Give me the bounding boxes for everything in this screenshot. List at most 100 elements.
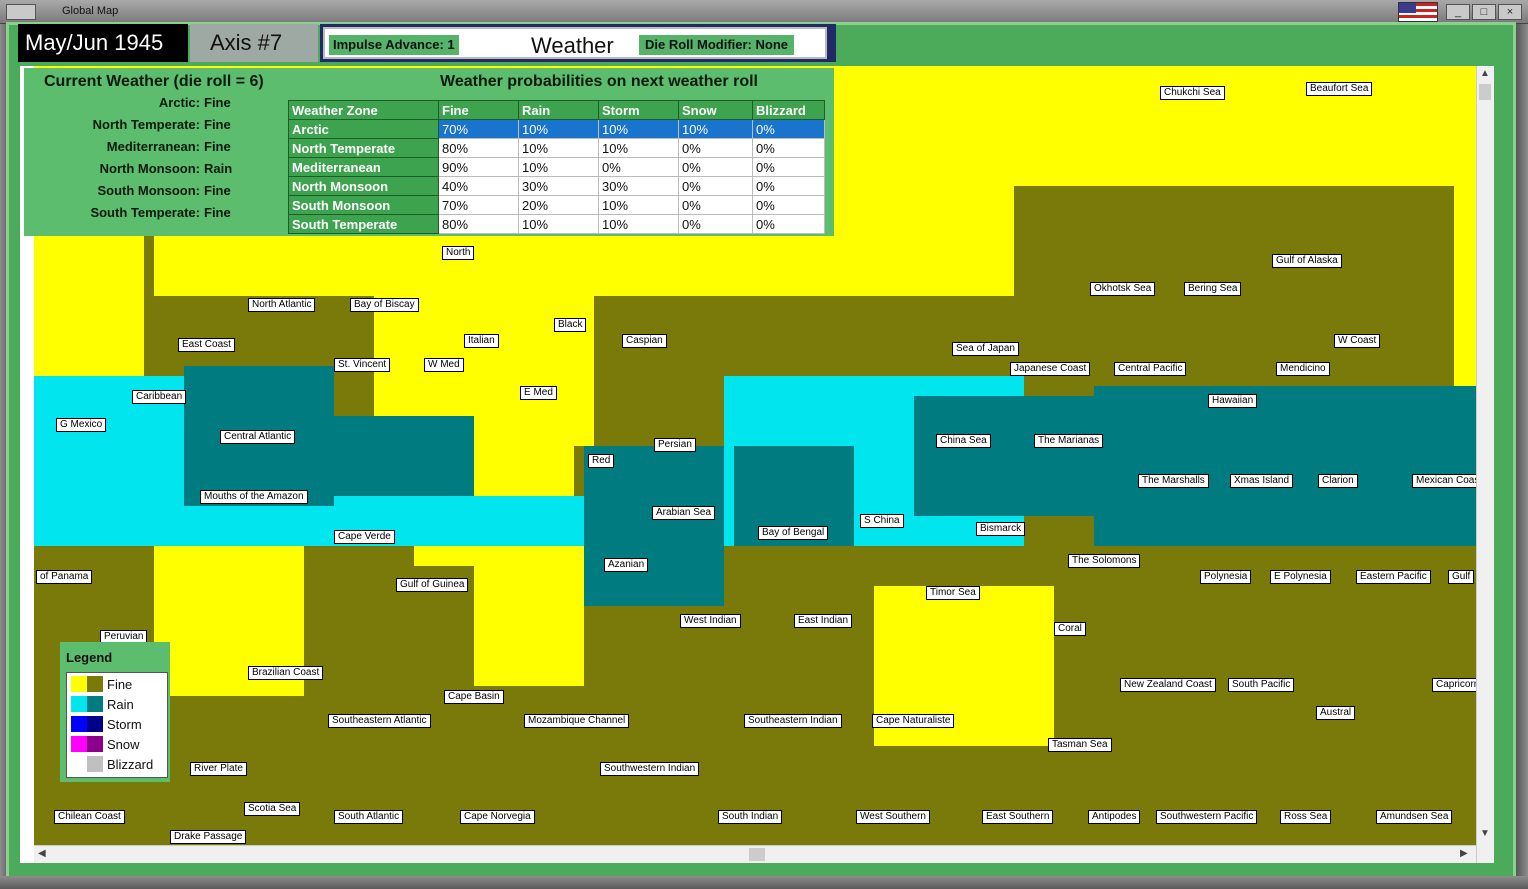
sea-area-label[interactable]: Southeastern Atlantic: [328, 714, 431, 728]
sea-area-label[interactable]: Red: [588, 454, 615, 468]
sea-area-label[interactable]: Bering Sea: [1184, 282, 1242, 296]
column-header[interactable]: Weather Zone: [288, 100, 439, 120]
sea-area-label[interactable]: Okhotsk Sea: [1090, 282, 1156, 296]
probability-cell[interactable]: 0%: [598, 157, 679, 177]
probability-cell[interactable]: 90%: [438, 157, 519, 177]
probability-cell[interactable]: 10%: [518, 214, 599, 234]
sea-area-label[interactable]: Cape Norvegia: [460, 810, 535, 824]
column-header[interactable]: Storm: [598, 100, 679, 120]
sea-area-label[interactable]: Cape Naturaliste: [872, 714, 955, 728]
sea-area-label[interactable]: North Atlantic: [248, 298, 316, 312]
horizontal-scroll-thumb[interactable]: [749, 848, 765, 861]
sea-area-label[interactable]: Southwestern Pacific: [1156, 810, 1258, 824]
sea-area-label[interactable]: W Med: [424, 358, 464, 372]
sea-area-label[interactable]: Central Pacific: [1114, 362, 1187, 376]
scroll-left-icon[interactable]: ◀: [38, 848, 46, 859]
sea-area-label[interactable]: Bay of Bengal: [758, 526, 829, 540]
sea-area-label[interactable]: Timor Sea: [926, 586, 980, 600]
horizontal-scrollbar[interactable]: ◀ ▶: [34, 845, 1476, 863]
sea-area-label[interactable]: River Plate: [190, 762, 247, 776]
zone-cell[interactable]: Arctic: [288, 119, 439, 139]
sea-area-label[interactable]: Persian: [654, 438, 696, 452]
sea-area-label[interactable]: Chukchi Sea: [1160, 86, 1225, 100]
probability-cell[interactable]: 10%: [598, 214, 679, 234]
probability-cell[interactable]: 40%: [438, 176, 519, 196]
probability-cell[interactable]: 70%: [438, 195, 519, 215]
sea-area-label[interactable]: Bay of Biscay: [350, 298, 419, 312]
probability-cell[interactable]: 0%: [678, 195, 753, 215]
sea-area-label[interactable]: Austral: [1316, 706, 1356, 720]
sea-area-label[interactable]: South Indian: [718, 810, 783, 824]
maximize-button[interactable]: □: [1472, 4, 1496, 20]
probability-cell[interactable]: 0%: [678, 138, 753, 158]
probability-cell[interactable]: 10%: [518, 138, 599, 158]
probability-cell[interactable]: 10%: [598, 119, 679, 139]
probability-table[interactable]: Weather Zone Fine Rain Storm Snow Blizzard Ar…: [288, 100, 825, 234]
probability-cell[interactable]: 0%: [678, 176, 753, 196]
probability-cell[interactable]: 70%: [438, 119, 519, 139]
zone-cell[interactable]: North Monsoon: [288, 176, 439, 196]
sea-area-label[interactable]: Gulf: [1448, 570, 1475, 584]
probability-cell[interactable]: 0%: [752, 214, 825, 234]
probability-cell[interactable]: 10%: [518, 157, 599, 177]
sea-area-label[interactable]: Caribbean: [132, 390, 187, 404]
column-header[interactable]: Blizzard: [752, 100, 825, 120]
sea-area-label[interactable]: Coral: [1054, 622, 1086, 636]
probability-cell[interactable]: 0%: [678, 214, 753, 234]
sea-area-label[interactable]: South Atlantic: [334, 810, 404, 824]
scroll-right-icon[interactable]: ▶: [1460, 848, 1468, 859]
sea-area-label[interactable]: Scotia Sea: [244, 802, 301, 816]
sea-area-label[interactable]: Azanian: [604, 558, 649, 572]
sea-area-label[interactable]: Hawaiian: [1208, 394, 1258, 408]
sea-area-label[interactable]: West Southern: [856, 810, 930, 824]
sea-area-label[interactable]: Eastern Pacific: [1356, 570, 1431, 584]
scroll-up-icon[interactable]: ▲: [1480, 68, 1490, 79]
probability-cell[interactable]: 10%: [598, 138, 679, 158]
sea-area-label[interactable]: Central Atlantic: [220, 430, 296, 444]
sea-area-label[interactable]: Amundsen Sea: [1376, 810, 1453, 824]
sea-area-label[interactable]: South Pacific: [1228, 678, 1295, 692]
sea-area-label[interactable]: Xmas Island: [1230, 474, 1294, 488]
sea-area-label[interactable]: East Coast: [178, 338, 235, 352]
sea-area-label[interactable]: E Polynesia: [1270, 570, 1331, 584]
sea-area-label[interactable]: Brazilian Coast: [248, 666, 324, 680]
sea-area-label[interactable]: The Marshalls: [1138, 474, 1209, 488]
sea-area-label[interactable]: Cape Basin: [444, 690, 504, 704]
probability-cell[interactable]: 20%: [518, 195, 599, 215]
table-row[interactable]: North Temperate 80% 10% 10% 0% 0%: [288, 138, 825, 158]
sea-area-label[interactable]: New Zealand Coast: [1120, 678, 1216, 692]
sea-area-label[interactable]: Ross Sea: [1280, 810, 1332, 824]
column-header[interactable]: Snow: [678, 100, 753, 120]
sea-area-label[interactable]: S China: [860, 514, 904, 528]
sea-area-label[interactable]: China Sea: [936, 434, 991, 448]
vertical-scrollbar[interactable]: ▲ ▼: [1476, 66, 1494, 863]
table-row[interactable]: South Monsoon 70% 20% 10% 0% 0%: [288, 195, 825, 215]
probability-cell[interactable]: 30%: [598, 176, 679, 196]
sea-area-label[interactable]: Black: [554, 318, 587, 332]
probability-cell[interactable]: 0%: [752, 195, 825, 215]
probability-cell[interactable]: 10%: [518, 119, 599, 139]
sea-area-label[interactable]: Caspian: [622, 334, 667, 348]
zone-cell[interactable]: South Monsoon: [288, 195, 439, 215]
probability-cell[interactable]: 0%: [752, 176, 825, 196]
zone-cell[interactable]: North Temperate: [288, 138, 439, 158]
sea-area-label[interactable]: Gulf of Alaska: [1272, 254, 1342, 268]
zone-cell[interactable]: South Temperate: [288, 214, 439, 234]
sea-area-label[interactable]: Southeastern Indian: [744, 714, 842, 728]
sea-area-label[interactable]: Drake Passage: [170, 830, 247, 844]
sea-area-label[interactable]: St. Vincent: [334, 358, 391, 372]
sea-area-label[interactable]: Italian: [464, 334, 499, 348]
probability-cell[interactable]: 0%: [678, 157, 753, 177]
sea-area-label[interactable]: Mozambique Channel: [524, 714, 630, 728]
sea-area-label[interactable]: The Marianas: [1034, 434, 1104, 448]
sea-area-label[interactable]: W Coast: [1334, 334, 1381, 348]
scroll-down-icon[interactable]: ▼: [1480, 828, 1490, 839]
title-bar[interactable]: Global Map _ □ ×: [0, 0, 1528, 24]
probability-cell[interactable]: 80%: [438, 138, 519, 158]
table-row[interactable]: South Temperate 80% 10% 10% 0% 0%: [288, 214, 825, 234]
system-menu-button[interactable]: [6, 4, 36, 20]
sea-area-label[interactable]: Chilean Coast: [54, 810, 125, 824]
sea-area-label[interactable]: Mendicino: [1276, 362, 1330, 376]
sea-area-label[interactable]: North: [442, 246, 475, 260]
sea-area-label[interactable]: East Southern: [982, 810, 1054, 824]
